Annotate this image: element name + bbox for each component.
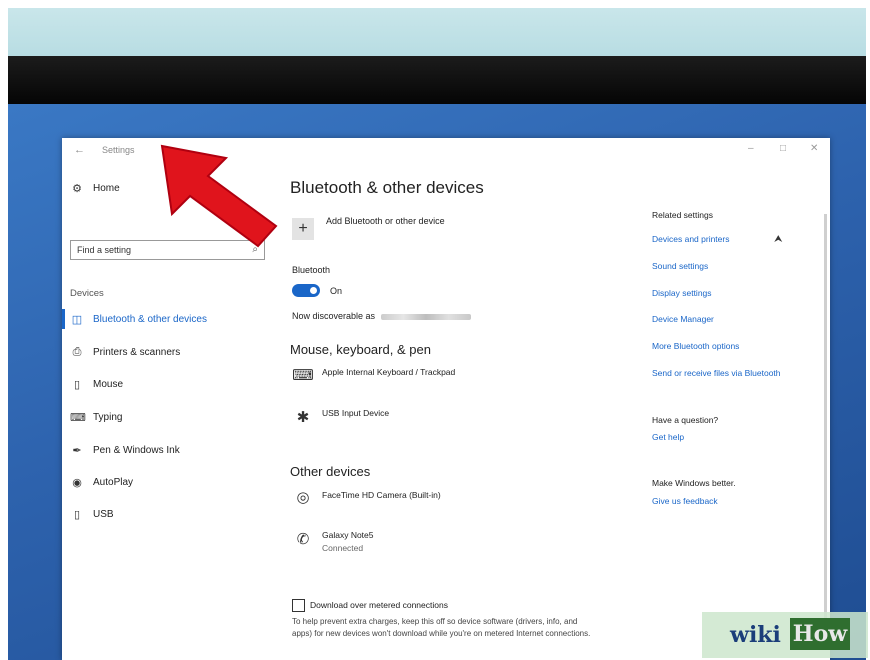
bluetooth-icon: ✱ — [296, 409, 310, 426]
add-device-label[interactable]: Add Bluetooth or other device — [326, 216, 445, 226]
metered-checkbox-label[interactable]: Download over metered connections — [310, 600, 448, 610]
discoverable-label: Now discoverable as — [292, 311, 376, 321]
scrollbar[interactable] — [824, 214, 827, 634]
sidebar-item-label: USB — [93, 509, 114, 520]
sidebar-item-autoplay[interactable]: ◉ AutoPlay — [70, 476, 133, 489]
bluetooth-state: On — [330, 286, 343, 296]
device-status: Connected — [322, 543, 364, 553]
sidebar-item-usb[interactable]: ▯ USB — [70, 508, 114, 521]
device-name[interactable]: FaceTime HD Camera (Built-in) — [322, 490, 441, 500]
sidebar-item-label: Typing — [93, 412, 123, 423]
link-sound-settings[interactable]: Sound settings — [652, 261, 708, 271]
bluetooth-devices-icon: ◫ — [71, 314, 83, 326]
close-icon[interactable]: ✕ — [810, 143, 818, 154]
sidebar-item-printers[interactable]: ⎙ Printers & scanners — [70, 346, 181, 359]
sidebar-item-bluetooth[interactable]: ◫ Bluetooth & other devices — [70, 313, 207, 326]
search-placeholder: Find a setting — [77, 245, 132, 255]
link-more-bluetooth-options[interactable]: More Bluetooth options — [652, 341, 739, 351]
minimize-icon[interactable]: – — [748, 143, 754, 154]
sidebar-item-typing[interactable]: ⌨ Typing — [70, 411, 122, 424]
pen-icon: ✒ — [72, 445, 82, 457]
red-arrow-shape — [160, 144, 278, 248]
watermark-wiki: wiki — [730, 622, 781, 648]
sidebar-item-label: Bluetooth & other devices — [93, 314, 207, 325]
feedback-heading: Make Windows better. — [652, 478, 736, 488]
sidebar-item-label: AutoPlay — [93, 477, 134, 488]
home-gear-icon: ⚙ — [72, 183, 82, 195]
red-arrow-annotation — [160, 144, 278, 248]
autoplay-icon: ◉ — [72, 477, 82, 489]
sidebar-item-label: Home — [93, 183, 120, 194]
link-display-settings[interactable]: Display settings — [652, 288, 712, 298]
printer-icon: ⎙ — [72, 346, 82, 358]
bluetooth-toggle[interactable] — [292, 284, 320, 297]
metered-checkbox[interactable] — [292, 599, 305, 612]
link-send-receive-bluetooth[interactable]: Send or receive files via Bluetooth — [652, 368, 781, 378]
section-label-devices: Devices — [70, 288, 104, 299]
watermark-how: How — [790, 618, 850, 650]
sidebar-item-mouse[interactable]: ▯ Mouse — [70, 378, 123, 391]
question-heading: Have a question? — [652, 415, 719, 425]
phone-icon: ✆ — [296, 531, 310, 548]
related-heading: Related settings — [652, 210, 713, 220]
window-title: Settings — [102, 145, 135, 155]
mouse-icon: ▯ — [73, 379, 81, 391]
webcam-icon: ◎ — [296, 489, 310, 506]
active-indicator — [62, 309, 65, 329]
toggle-knob — [310, 287, 317, 294]
mouse-keyboard-heading: Mouse, keyboard, & pen — [290, 342, 431, 357]
other-devices-heading: Other devices — [290, 464, 371, 479]
keyboard-icon: ⌨ — [70, 412, 86, 424]
sidebar-item-pen[interactable]: ✒ Pen & Windows Ink — [70, 444, 180, 457]
metered-help-text: To help prevent extra charges, keep this… — [292, 617, 591, 638]
bluetooth-heading: Bluetooth — [292, 265, 331, 275]
maximize-icon[interactable]: □ — [780, 143, 786, 154]
add-device-button[interactable]: + — [292, 218, 314, 240]
wikihow-watermark: wiki How — [702, 612, 868, 658]
blurred-device-name — [381, 313, 472, 320]
sidebar-item-home[interactable]: ⚙ Home — [70, 182, 120, 195]
sidebar-item-label: Pen & Windows Ink — [93, 445, 180, 456]
discoverable-text: Now discoverable as — [292, 311, 472, 321]
link-device-manager[interactable]: Device Manager — [652, 314, 714, 324]
device-name[interactable]: Galaxy Note5 — [322, 530, 374, 540]
monitor-bezel — [8, 56, 866, 104]
sidebar-item-label: Printers & scanners — [93, 347, 181, 358]
sidebar-item-label: Mouse — [93, 379, 124, 390]
background-wall — [8, 8, 866, 56]
page-title: Bluetooth & other devices — [290, 178, 484, 197]
usb-icon: ▯ — [73, 509, 81, 521]
link-get-help[interactable]: Get help — [652, 432, 684, 442]
link-give-feedback[interactable]: Give us feedback — [652, 496, 718, 506]
keyboard-icon: ⌨ — [292, 367, 314, 384]
device-name[interactable]: USB Input Device — [322, 408, 389, 418]
device-name[interactable]: Apple Internal Keyboard / Trackpad — [322, 367, 455, 377]
link-devices-and-printers[interactable]: Devices and printers — [652, 234, 729, 244]
mouse-cursor-icon: ⮝ — [774, 234, 783, 245]
back-arrow-icon[interactable]: ← — [74, 144, 85, 156]
